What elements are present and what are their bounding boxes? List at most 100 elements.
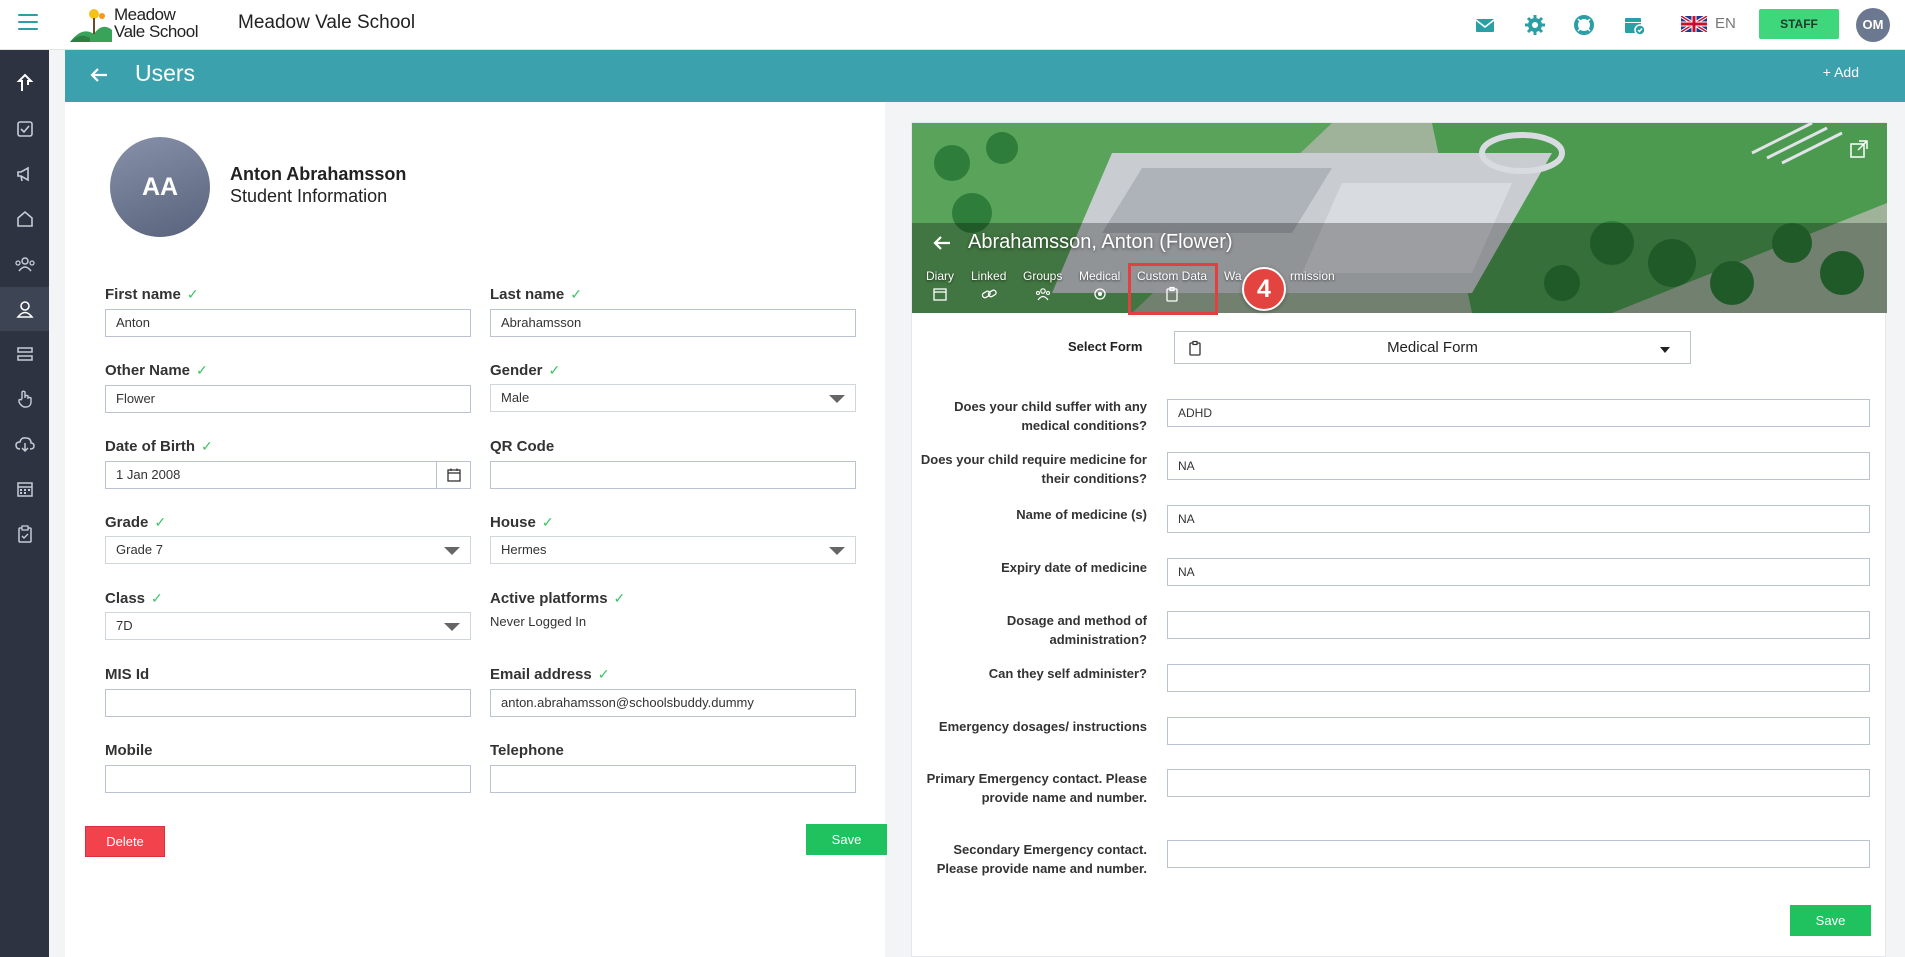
house-select[interactable]: Hermes	[490, 536, 856, 564]
save-form-button[interactable]: Save	[1790, 905, 1871, 936]
gender-value: Male	[501, 390, 530, 405]
link-icon	[981, 289, 997, 299]
house-value: Hermes	[501, 542, 547, 557]
student-avatar: AA	[110, 137, 210, 237]
highlight-box	[1128, 263, 1218, 315]
class-select[interactable]: 7D	[105, 612, 471, 640]
dob-value: 1 Jan 2008	[116, 467, 181, 482]
calendar-icon[interactable]	[436, 462, 470, 488]
gender-label: Gender ✓	[490, 362, 561, 379]
grade-label: Grade ✓	[105, 514, 167, 531]
uk-flag-icon[interactable]	[1680, 14, 1708, 34]
clipboard-icon[interactable]	[0, 512, 49, 556]
tab-permission[interactable]: rmission	[1290, 269, 1335, 283]
calendar-check-icon[interactable]	[1622, 13, 1646, 37]
student-detail-card: Abrahamsson, Anton (Flower) Diary Linked…	[911, 122, 1887, 957]
question-label: Emergency dosages/ instructions	[938, 719, 1147, 734]
question-input[interactable]: NA	[1167, 452, 1870, 480]
page-title: Users	[135, 60, 196, 86]
expand-icon[interactable]	[1849, 139, 1869, 159]
gender-select[interactable]: Male	[490, 384, 856, 412]
other-name-input[interactable]: Flower	[105, 385, 471, 413]
check-icon: ✓	[196, 362, 208, 378]
qr-code-input[interactable]	[490, 461, 856, 489]
detail-title: Abrahamsson, Anton (Flower)	[968, 231, 1233, 253]
dob-input[interactable]: 1 Jan 2008	[105, 461, 471, 489]
tab-diary[interactable]: Diary	[926, 269, 954, 302]
user-avatar[interactable]: OM	[1856, 8, 1890, 42]
school-logo[interactable]: Meadow Vale School	[68, 4, 203, 46]
cloud-download-icon[interactable]	[0, 422, 49, 466]
hand-icon[interactable]	[0, 377, 49, 421]
question-label: Name of medicine (s)	[1016, 507, 1147, 522]
mis-id-input[interactable]	[105, 689, 471, 717]
mobile-input[interactable]	[105, 765, 471, 793]
question-input[interactable]: NA	[1167, 558, 1870, 586]
last-name-input[interactable]: Abrahamsson	[490, 309, 856, 337]
email-input[interactable]: anton.abrahamsson@schoolsbuddy.dummy	[490, 689, 856, 717]
question-label: Does your child suffer with any medical …	[954, 399, 1147, 433]
home-icon[interactable]	[0, 197, 49, 241]
last-name-label: Last name ✓	[490, 286, 582, 303]
back-arrow-icon[interactable]	[930, 231, 954, 255]
other-name-label: Other Name ✓	[105, 362, 208, 379]
tab-groups[interactable]: Groups	[1023, 269, 1062, 302]
class-value: 7D	[116, 618, 133, 633]
check-icon: ✓	[541, 514, 554, 530]
dob-label: Date of Birth ✓	[105, 438, 213, 455]
question-input[interactable]	[1167, 769, 1870, 797]
chevron-down-icon	[829, 547, 845, 555]
chevron-down-icon	[829, 395, 845, 403]
lifebuoy-icon[interactable]	[1572, 13, 1596, 37]
hamburger-menu-icon[interactable]	[18, 14, 38, 30]
mail-icon[interactable]	[1473, 13, 1497, 37]
mis-id-label: MIS Id	[105, 666, 150, 683]
question-input[interactable]: ADHD	[1167, 399, 1870, 427]
house-label: House ✓	[490, 514, 554, 531]
question-input[interactable]: NA	[1167, 505, 1870, 533]
medical-icon	[1094, 288, 1106, 300]
question-input[interactable]	[1167, 840, 1870, 868]
question-input[interactable]	[1167, 664, 1870, 692]
question-label: Does your child require medicine for the…	[920, 452, 1147, 486]
user-icon[interactable]	[0, 287, 49, 331]
mobile-label: Mobile	[105, 742, 153, 759]
calendar-icon[interactable]	[0, 467, 49, 511]
group-icon[interactable]	[0, 242, 49, 286]
megaphone-icon[interactable]	[0, 152, 49, 196]
check-icon: ✓	[154, 514, 167, 530]
language-selector[interactable]: EN	[1715, 15, 1736, 32]
telephone-input[interactable]	[490, 765, 856, 793]
caret-down-icon	[1660, 347, 1670, 353]
checkbox-icon[interactable]	[0, 107, 49, 151]
email-label: Email address ✓	[490, 666, 610, 683]
question-label: Can they self administer?	[988, 666, 1147, 681]
qr-code-label: QR Code	[490, 438, 555, 455]
sidebar	[0, 50, 49, 957]
question-input[interactable]	[1167, 717, 1870, 745]
back-arrow-icon[interactable]	[87, 63, 111, 87]
class-label: Class ✓	[105, 590, 163, 607]
grade-select[interactable]: Grade 7	[105, 536, 471, 564]
tab-medical[interactable]: Medical	[1079, 269, 1120, 302]
add-button[interactable]: + Add	[1823, 64, 1859, 80]
question-label: Primary Emergency contact. Please provid…	[926, 771, 1147, 805]
save-button[interactable]: Save	[806, 824, 887, 855]
grade-value: Grade 7	[116, 542, 163, 557]
gear-icon[interactable]	[1523, 13, 1547, 37]
top-bar: Meadow Vale School Meadow Vale School EN…	[0, 0, 1905, 50]
staff-button[interactable]: STAFF	[1759, 9, 1839, 39]
select-form-dropdown[interactable]: Medical Form	[1174, 331, 1691, 364]
question-input[interactable]	[1167, 611, 1870, 639]
share-icon[interactable]	[0, 61, 49, 105]
telephone-label: Telephone	[490, 742, 564, 759]
student-name: Anton Abrahamsson	[230, 164, 407, 184]
question-label: Expiry date of medicine	[1001, 560, 1147, 575]
tab-wa[interactable]: Wa	[1224, 269, 1242, 283]
select-form-value: Medical Form	[1387, 339, 1478, 356]
first-name-input[interactable]: Anton	[105, 309, 471, 337]
delete-button[interactable]: Delete	[85, 826, 165, 857]
student-subtitle: Student Information	[230, 186, 388, 206]
tab-linked[interactable]: Linked	[971, 269, 1006, 302]
list-icon[interactable]	[0, 332, 49, 376]
